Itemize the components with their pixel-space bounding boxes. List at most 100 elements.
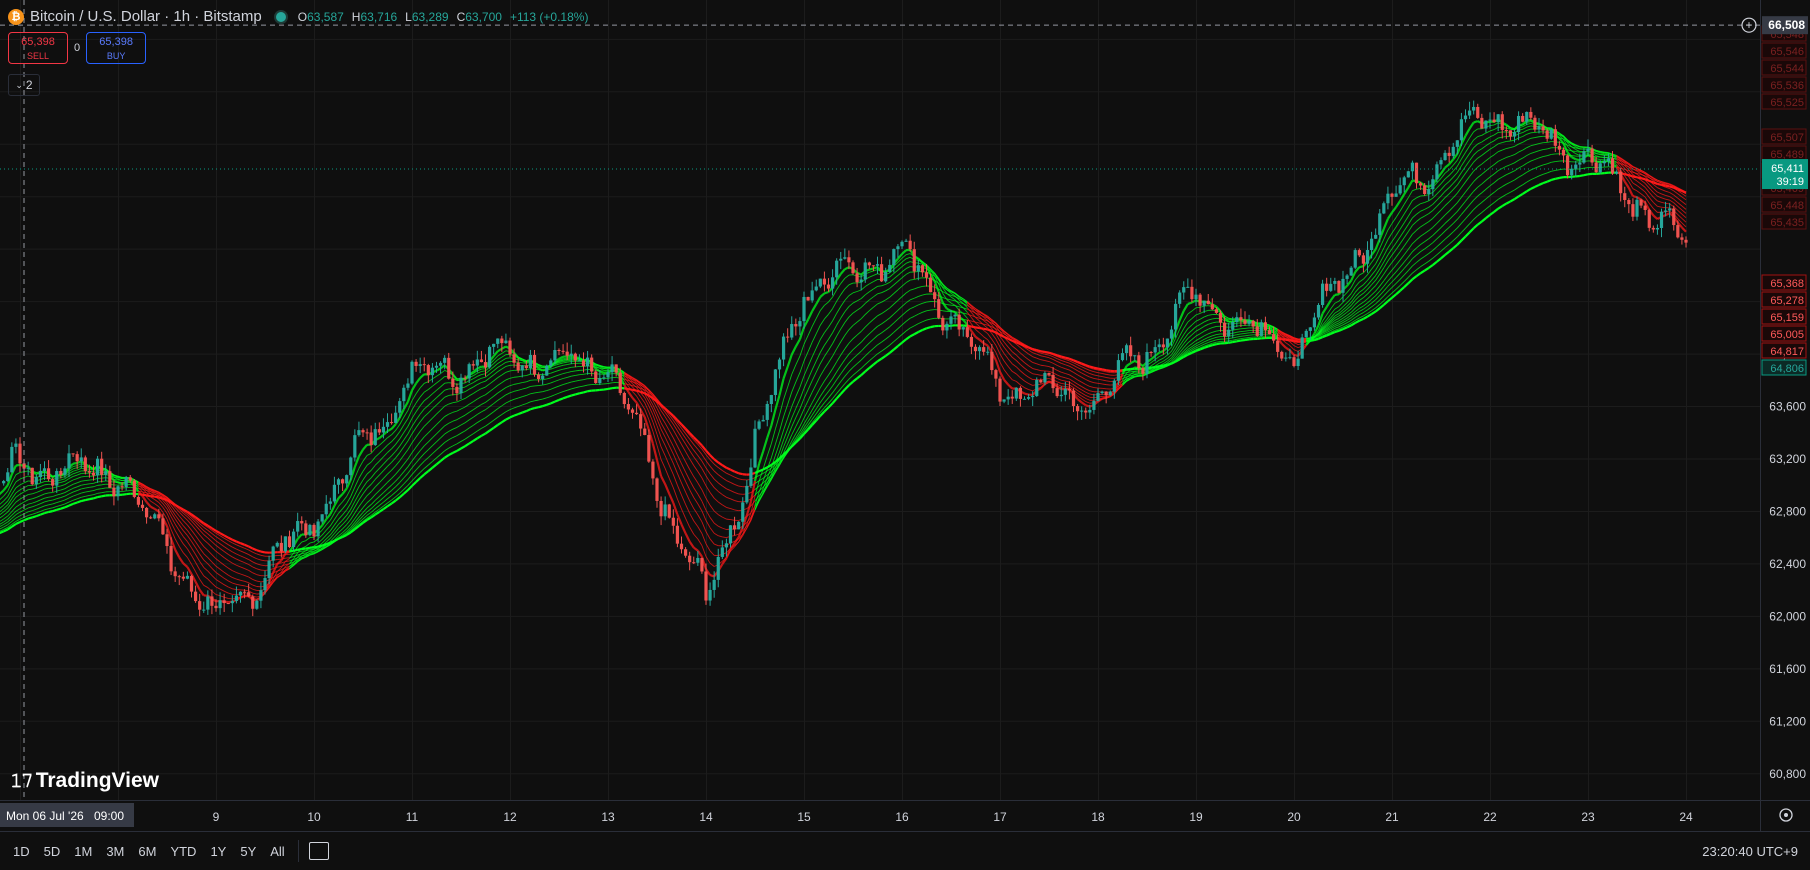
ma-ribbon-segment	[379, 498, 383, 502]
ma-ribbon-segment	[1359, 298, 1363, 301]
ma-ribbon-segment	[788, 374, 792, 387]
ma-ribbon-segment	[494, 385, 498, 388]
ma-ribbon-segment	[726, 489, 730, 491]
ma-ribbon-segment	[1102, 373, 1106, 374]
ma-ribbon-segment	[539, 392, 543, 393]
ma-ribbon-segment	[1029, 383, 1033, 385]
ma-ribbon-segment	[200, 570, 204, 576]
ma-ribbon-segment	[49, 504, 53, 505]
ma-ribbon-segment	[396, 424, 400, 430]
ma-ribbon-segment	[894, 319, 898, 323]
ma-ribbon-segment	[220, 548, 224, 551]
ma-ribbon-segment	[1396, 201, 1400, 207]
ma-ribbon-segment	[94, 485, 98, 486]
ma-ribbon-segment	[359, 523, 363, 526]
ma-ribbon-segment	[1286, 343, 1290, 346]
ma-ribbon-segment	[551, 381, 555, 383]
ma-ribbon-segment	[1094, 375, 1098, 376]
ma-ribbon-segment	[437, 380, 441, 383]
ma-ribbon-segment	[886, 297, 890, 300]
ma-ribbon-segment	[575, 393, 579, 394]
ma-ribbon-segment	[530, 401, 534, 402]
ma-ribbon-segment	[539, 399, 543, 400]
ma-ribbon-segment	[1380, 256, 1384, 263]
ma-ribbon-segment	[1082, 373, 1086, 375]
ma-ribbon-segment	[1233, 341, 1237, 342]
ma-ribbon-segment	[547, 383, 551, 384]
ma-ribbon-segment	[1008, 375, 1012, 380]
ma-ribbon-segment	[245, 575, 249, 577]
ma-ribbon-segment	[1200, 336, 1204, 338]
ma-ribbon-segment	[371, 465, 375, 470]
ma-ribbon-segment	[502, 372, 506, 375]
ma-ribbon-segment	[437, 461, 441, 464]
ma-ribbon-segment	[1380, 296, 1384, 300]
ma-ribbon-segment	[404, 490, 408, 494]
ma-ribbon-segment	[665, 430, 669, 438]
ma-ribbon-segment	[869, 330, 873, 334]
price-chart[interactable]	[0, 0, 1760, 800]
ma-ribbon-segment	[563, 362, 567, 363]
ma-ribbon-segment	[951, 297, 955, 300]
ma-ribbon-segment	[792, 418, 796, 427]
ma-ribbon-segment	[555, 375, 559, 376]
ma-ribbon-segment	[1204, 340, 1208, 342]
ma-ribbon-segment	[290, 557, 294, 558]
ma-ribbon-segment	[1355, 292, 1359, 296]
ma-ribbon-segment	[1033, 357, 1037, 359]
ma-ribbon-segment	[379, 478, 383, 482]
ma-ribbon-segment	[257, 569, 261, 570]
ma-ribbon-segment	[628, 392, 632, 398]
ma-ribbon-segment	[1380, 291, 1384, 295]
ma-ribbon-segment	[1074, 381, 1078, 384]
ma-ribbon-segment	[841, 312, 845, 318]
ma-ribbon-segment	[400, 478, 404, 483]
ma-ribbon-segment	[775, 395, 779, 409]
ma-ribbon-segment	[1180, 321, 1184, 329]
ma-ribbon-segment	[690, 480, 694, 488]
ma-ribbon-segment	[1372, 296, 1376, 300]
ma-ribbon-segment	[1204, 315, 1208, 317]
ma-ribbon-segment	[494, 363, 498, 367]
ma-ribbon-segment	[212, 591, 216, 594]
ma-ribbon-segment	[677, 446, 681, 454]
ma-ribbon-segment	[183, 531, 187, 536]
ma-ribbon-segment	[873, 326, 877, 330]
ma-ribbon-segment	[1029, 360, 1033, 363]
ma-ribbon-segment	[69, 504, 73, 506]
ma-ribbon-segment	[245, 553, 249, 555]
ma-ribbon-segment	[845, 285, 849, 289]
ma-ribbon-segment	[682, 483, 686, 492]
ma-ribbon-segment	[392, 474, 396, 478]
ma-ribbon-segment	[898, 286, 902, 290]
ma-ribbon-segment	[1388, 270, 1392, 275]
ma-ribbon-segment	[122, 491, 126, 492]
ma-ribbon-segment	[812, 384, 816, 392]
ma-ribbon-segment	[869, 357, 873, 361]
ma-ribbon-segment	[775, 415, 779, 429]
ma-ribbon-segment	[1359, 289, 1363, 292]
ma-ribbon-segment	[4, 522, 8, 525]
ma-ribbon-segment	[45, 501, 49, 502]
ma-ribbon-segment	[690, 501, 694, 509]
ma-ribbon-segment	[575, 370, 579, 371]
ma-ribbon-segment	[1441, 255, 1445, 258]
ma-ribbon-segment	[220, 569, 224, 572]
ma-ribbon-segment	[1061, 383, 1065, 384]
ma-ribbon-segment	[1016, 355, 1020, 359]
ma-ribbon-segment	[40, 502, 44, 504]
ma-ribbon-segment	[894, 281, 898, 285]
ma-ribbon-segment	[12, 482, 16, 489]
ma-ribbon-segment	[253, 585, 257, 586]
ma-ribbon-segment	[420, 383, 424, 388]
ma-ribbon-segment	[506, 386, 510, 388]
ma-ribbon-segment	[94, 489, 98, 490]
ma-ribbon-segment	[183, 544, 187, 549]
ma-ribbon-segment	[204, 560, 208, 564]
ma-ribbon-segment	[588, 391, 592, 392]
ma-ribbon-segment	[1065, 362, 1069, 363]
ma-ribbon-segment	[498, 365, 502, 368]
ma-ribbon-segment	[441, 426, 445, 430]
ma-ribbon-segment	[1408, 218, 1412, 224]
ma-ribbon-segment	[661, 476, 665, 484]
